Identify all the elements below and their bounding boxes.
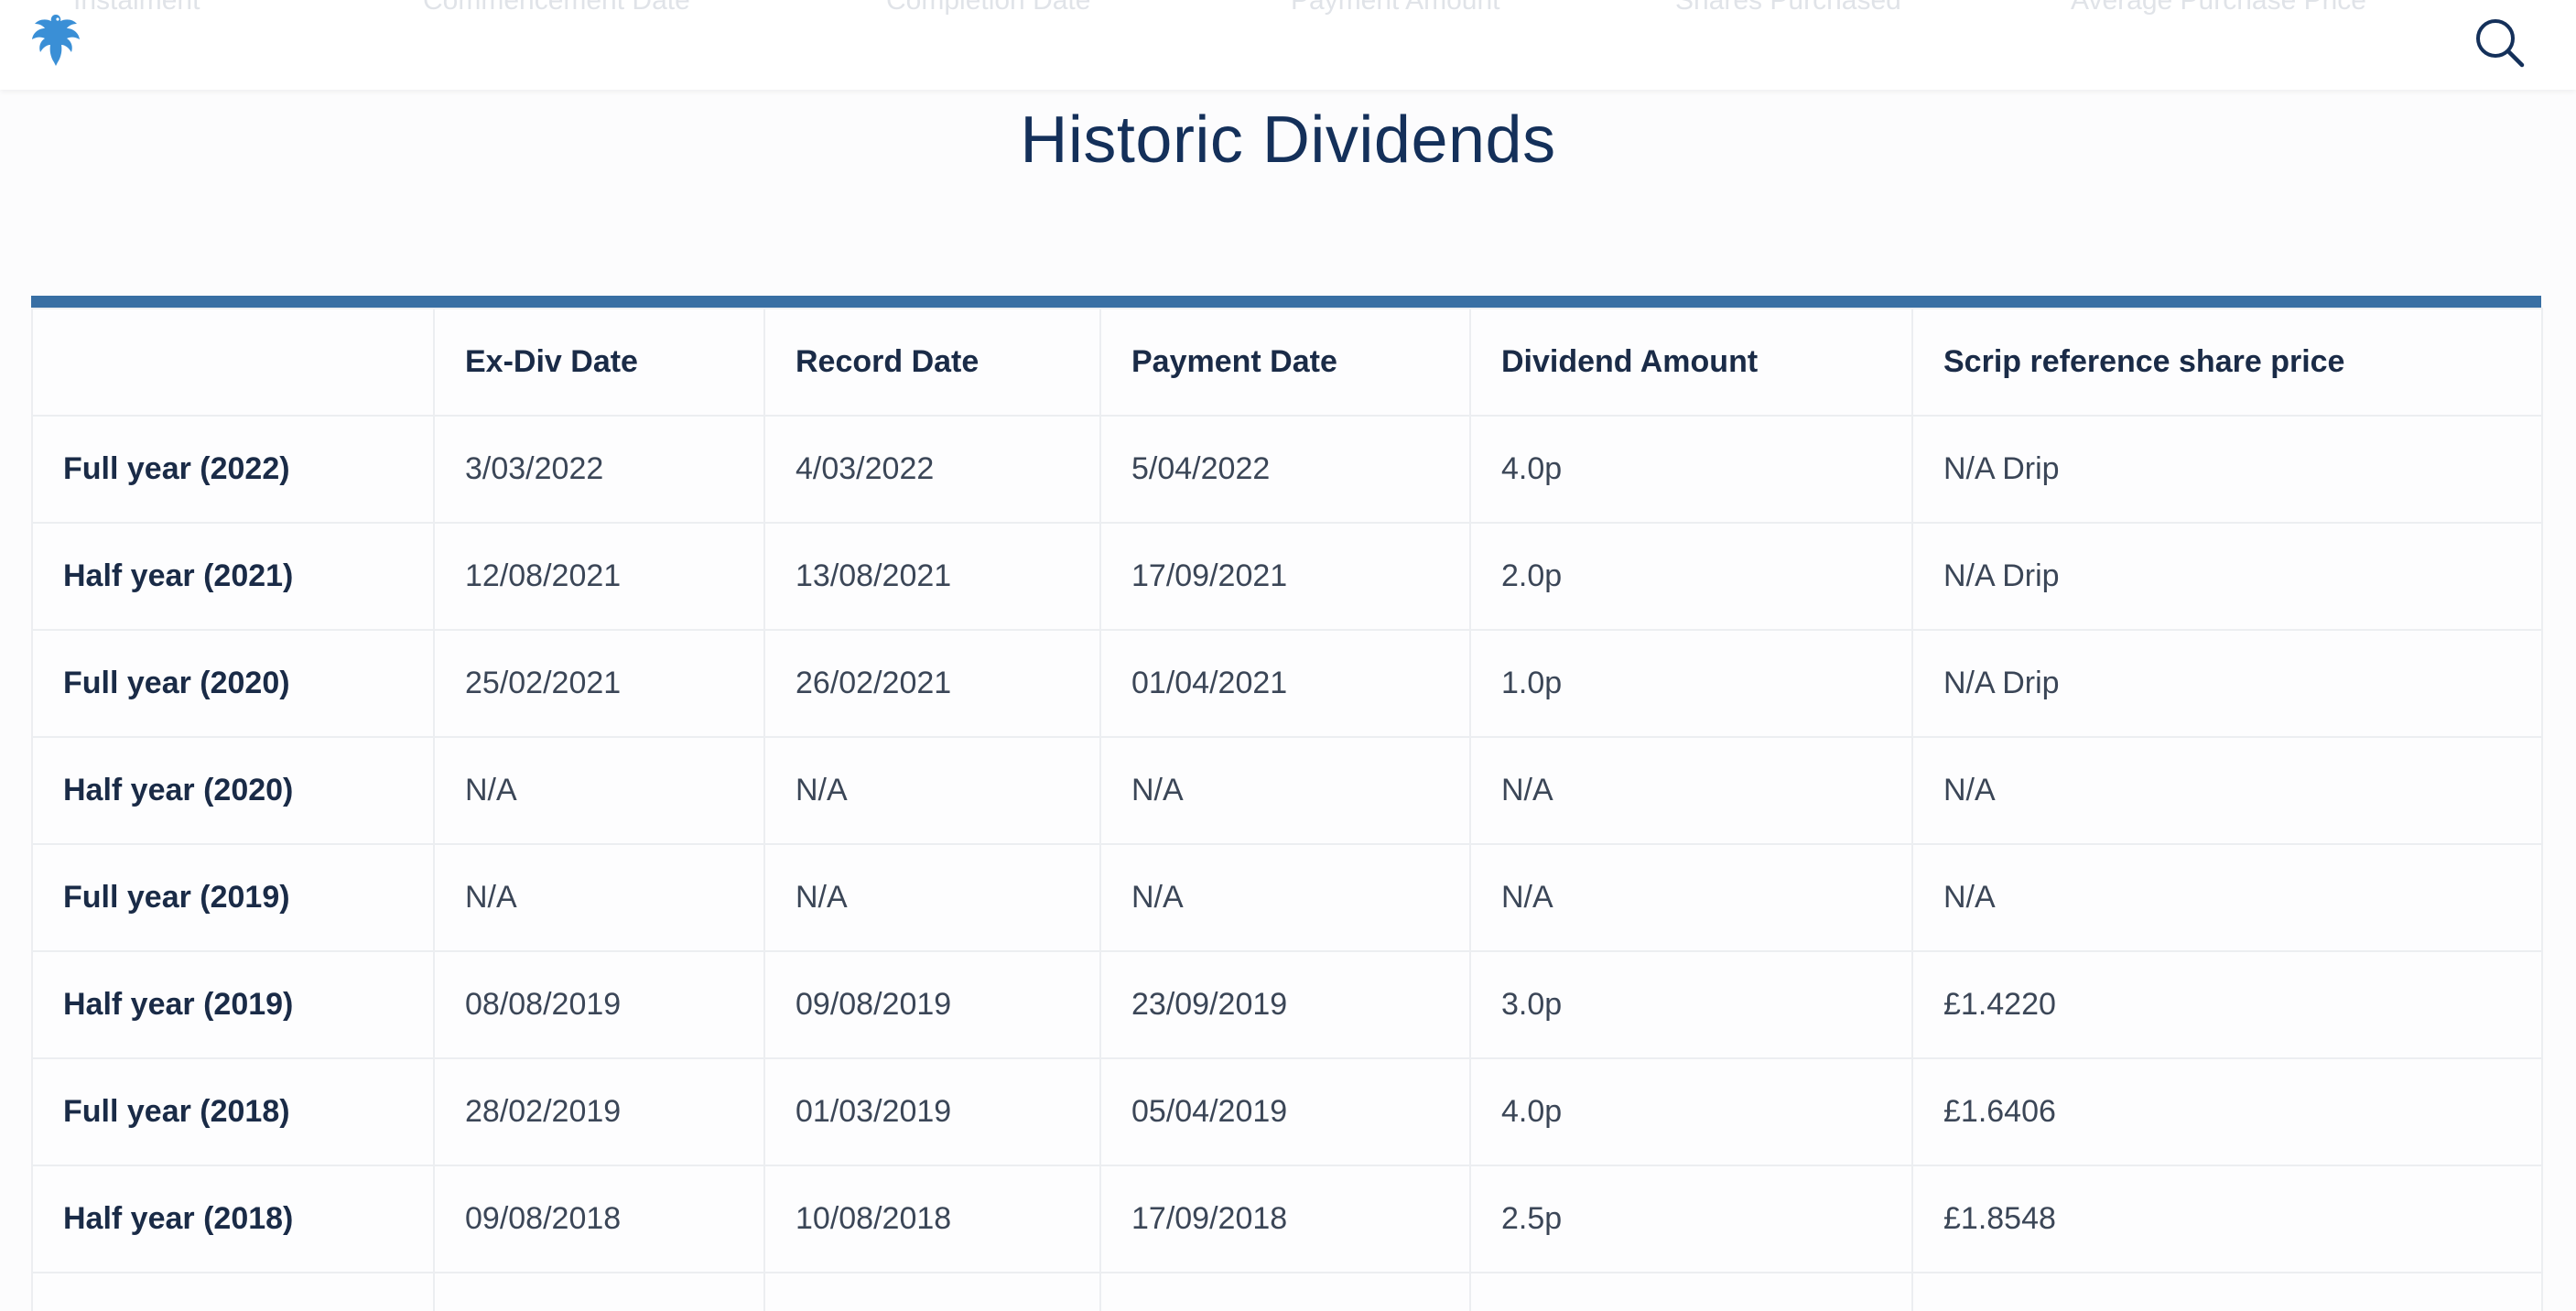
dividend-amount-cell: 2.0p [1469,522,1913,631]
scrip-price-cell: N/A [1911,736,2543,845]
ex-div-date-cell: 28/02/2019 [433,1057,765,1166]
row-period-label: Full year (2022) [31,415,435,524]
empty-cell [1099,1272,1471,1311]
ghost-column-header: Shares Purchased [1675,0,1901,16]
dividend-amount-cell: 2.5p [1469,1165,1913,1273]
ex-div-date-cell: 09/08/2018 [433,1165,765,1273]
scrip-price-cell: N/A Drip [1911,522,2543,631]
table-row: Full year (2019) N/A N/A N/A N/A N/A [31,843,2543,952]
record-date-cell: N/A [763,736,1101,845]
dividends-table-container: Ex-Div Date Record Date Payment Date Div… [31,296,2543,1311]
record-date-cell: 4/03/2022 [763,415,1101,524]
record-date-cell: 10/08/2018 [763,1165,1101,1273]
row-period-label: Half year (2018) [31,1165,435,1273]
empty-cell [31,1272,435,1311]
payment-date-cell: 05/04/2019 [1099,1057,1471,1166]
row-period-label: Full year (2020) [31,629,435,738]
ghost-column-header: Payment Amount [1291,0,1500,16]
row-period-label: Half year (2021) [31,522,435,631]
dividend-amount-cell: 4.0p [1469,415,1913,524]
scrolled-column-headers: Instalment Commencement Date Completion … [0,0,2576,16]
scrip-price-cell: £1.6406 [1911,1057,2543,1166]
dividend-amount-cell: 1.0p [1469,629,1913,738]
payment-date-cell: 5/04/2022 [1099,415,1471,524]
ghost-column-header: Completion Date [886,0,1091,16]
empty-cell [763,1272,1101,1311]
payment-date-cell: N/A [1099,736,1471,845]
ghost-column-header: Average Purchase Price [2071,0,2366,16]
table-row: Full year (2018) 28/02/2019 01/03/2019 0… [31,1057,2543,1166]
dividend-amount-cell: 3.0p [1469,950,1913,1059]
table-row: Full year (2020) 25/02/2021 26/02/2021 0… [31,629,2543,738]
dividend-amount-cell: N/A [1469,736,1913,845]
record-date-cell: 26/02/2021 [763,629,1101,738]
scrip-price-cell: N/A Drip [1911,629,2543,738]
ex-div-date-cell: N/A [433,736,765,845]
table-header-row: Ex-Div Date Record Date Payment Date Div… [31,308,2543,417]
ex-div-date-cell: N/A [433,843,765,952]
record-date-cell: 09/08/2019 [763,950,1101,1059]
payment-date-cell: 23/09/2019 [1099,950,1471,1059]
table-row-partial [31,1272,2543,1311]
column-header-ex-div-date: Ex-Div Date [433,308,765,417]
row-period-label: Half year (2020) [31,736,435,845]
historic-dividends-table: Ex-Div Date Record Date Payment Date Div… [31,308,2543,1311]
page-title: Historic Dividends [1020,103,1556,177]
ghost-column-header: Instalment [73,0,200,16]
table-row: Half year (2019) 08/08/2019 09/08/2019 2… [31,950,2543,1059]
search-button[interactable] [2472,15,2528,71]
scrip-price-cell: £1.4220 [1911,950,2543,1059]
scrip-price-cell: N/A [1911,843,2543,952]
table-row: Half year (2020) N/A N/A N/A N/A N/A [31,736,2543,845]
empty-cell [1469,1272,1913,1311]
payment-date-cell: 17/09/2021 [1099,522,1471,631]
search-icon [2476,19,2525,68]
ex-div-date-cell: 3/03/2022 [433,415,765,524]
ex-div-date-cell: 25/02/2021 [433,629,765,738]
dividend-amount-cell: N/A [1469,843,1913,952]
record-date-cell: 13/08/2021 [763,522,1101,631]
ex-div-date-cell: 12/08/2021 [433,522,765,631]
dividend-amount-cell: 4.0p [1469,1057,1913,1166]
page: Instalment Commencement Date Completion … [0,0,2576,1311]
table-row: Full year (2022) 3/03/2022 4/03/2022 5/0… [31,415,2543,524]
row-period-label: Full year (2019) [31,843,435,952]
empty-cell [1911,1272,2543,1311]
column-header-scrip-reference-share-price: Scrip reference share price [1911,308,2543,417]
empty-cell [433,1272,765,1311]
row-period-label: Full year (2018) [31,1057,435,1166]
payment-date-cell: 17/09/2018 [1099,1165,1471,1273]
eagle-logo-icon[interactable] [27,11,84,70]
table-row: Half year (2021) 12/08/2021 13/08/2021 1… [31,522,2543,631]
column-header-payment-date: Payment Date [1099,308,1471,417]
record-date-cell: 01/03/2019 [763,1057,1101,1166]
column-header-period [31,308,435,417]
ex-div-date-cell: 08/08/2019 [433,950,765,1059]
column-header-record-date: Record Date [763,308,1101,417]
payment-date-cell: N/A [1099,843,1471,952]
table-row: Half year (2018) 09/08/2018 10/08/2018 1… [31,1165,2543,1273]
scrip-price-cell: £1.8548 [1911,1165,2543,1273]
payment-date-cell: 01/04/2021 [1099,629,1471,738]
column-header-dividend-amount: Dividend Amount [1469,308,1913,417]
row-period-label: Half year (2019) [31,950,435,1059]
top-navigation-bar: Instalment Commencement Date Completion … [0,0,2576,90]
record-date-cell: N/A [763,843,1101,952]
ghost-column-header: Commencement Date [423,0,690,16]
scrip-price-cell: N/A Drip [1911,415,2543,524]
